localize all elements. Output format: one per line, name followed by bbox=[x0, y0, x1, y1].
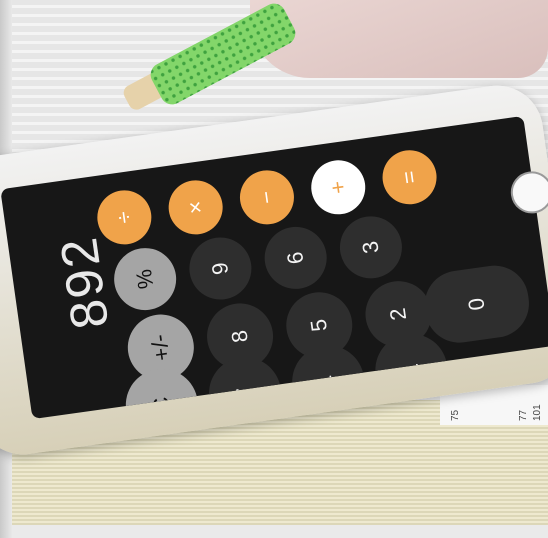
plus-button[interactable]: + bbox=[307, 156, 369, 218]
photo: 75 77 101 892 ÷ × − + = % 9 6 3 +/- 8 5 … bbox=[0, 0, 548, 538]
seven-button[interactable]: 7 bbox=[204, 352, 286, 420]
hand bbox=[250, 0, 548, 78]
nine-button[interactable]: 9 bbox=[185, 233, 256, 304]
page-label: 101 bbox=[532, 404, 543, 421]
page-label: 77 bbox=[518, 409, 529, 421]
clear-button[interactable]: C bbox=[121, 364, 203, 420]
minus-button[interactable]: − bbox=[236, 166, 298, 228]
calculator-screen: 892 ÷ × − + = % 9 6 3 +/- 8 5 2 0 C 7 4 … bbox=[0, 115, 548, 420]
zero-button[interactable]: 0 bbox=[420, 261, 534, 348]
page-label: 75 bbox=[450, 409, 461, 421]
three-button[interactable]: 3 bbox=[335, 212, 406, 283]
six-button[interactable]: 6 bbox=[260, 222, 331, 293]
equals-button[interactable]: = bbox=[379, 146, 441, 208]
percent-button[interactable]: % bbox=[110, 244, 181, 315]
calculator-display: 892 bbox=[49, 232, 121, 333]
multiply-button[interactable]: × bbox=[165, 176, 227, 238]
